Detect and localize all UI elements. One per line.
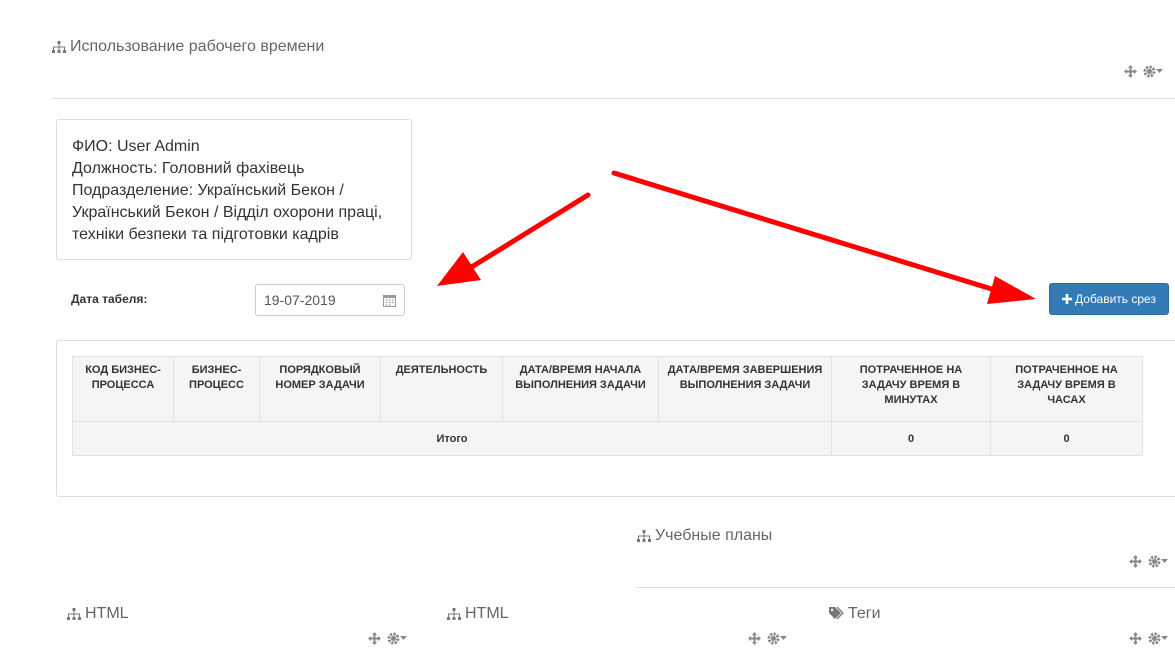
block-controls	[1129, 632, 1168, 645]
gear-icon[interactable]	[1148, 632, 1168, 645]
annotation-arrows	[437, 170, 1036, 304]
move-icon[interactable]	[1129, 555, 1142, 568]
block-controls	[1129, 555, 1168, 568]
block-title-text: Учебные планы	[655, 527, 773, 544]
sitemap-icon	[637, 530, 651, 542]
html-block-title: HTML	[67, 605, 129, 623]
move-icon[interactable]	[368, 632, 381, 645]
sitemap-icon	[447, 608, 461, 620]
arrow-to-button-icon	[611, 170, 1036, 304]
sitemap-icon	[67, 608, 81, 620]
gear-icon[interactable]	[387, 632, 407, 645]
tag-icon	[829, 607, 844, 620]
arrow-to-date-icon	[437, 192, 591, 286]
block-title-text: HTML	[465, 605, 509, 622]
tags-block-title: Теги	[829, 605, 881, 623]
html-block-title: HTML	[447, 605, 509, 623]
gear-icon[interactable]	[767, 632, 787, 645]
block-title-text: HTML	[85, 605, 129, 622]
block-title-text: Теги	[848, 605, 881, 622]
block-controls	[368, 632, 407, 645]
study-plans-block-title: Учебные планы	[637, 527, 772, 545]
move-icon[interactable]	[1129, 632, 1142, 645]
move-icon[interactable]	[748, 632, 761, 645]
block-controls	[748, 632, 787, 645]
divider	[637, 587, 1175, 588]
gear-icon[interactable]	[1148, 555, 1168, 568]
